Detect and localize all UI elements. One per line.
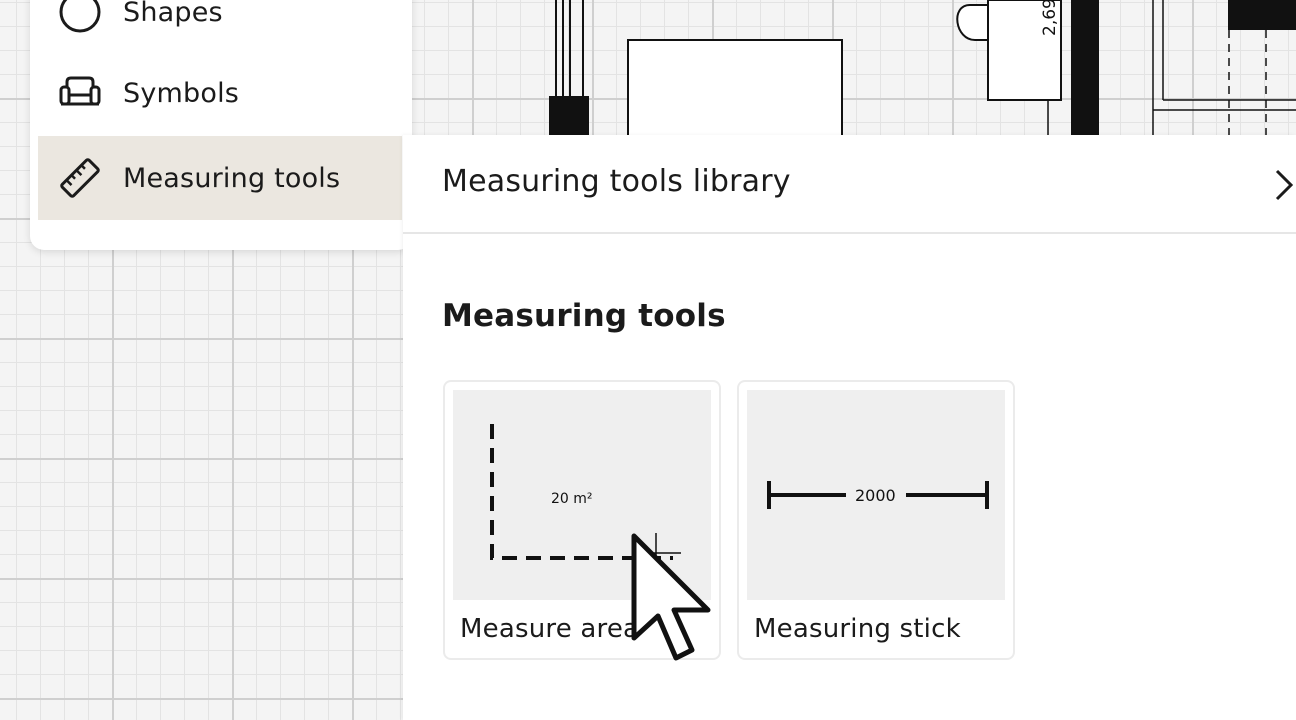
menu-item-label: Symbols [123, 77, 240, 109]
menu-item-measuring-tools[interactable]: Measuring tools [38, 136, 402, 220]
card-label: Measure area [460, 614, 640, 644]
library-header: Measuring tools library [403, 135, 1296, 234]
library-title: Measuring tools library [442, 164, 791, 199]
section-title: Measuring tools [442, 298, 726, 334]
sofa-icon [58, 72, 102, 114]
wall-element [1071, 0, 1099, 140]
close-button[interactable] [1271, 165, 1296, 205]
menu-item-label: Measuring tools [123, 162, 341, 194]
plan-dimension-label: 2,69 [1040, 0, 1060, 36]
room-outline [1152, 0, 1296, 140]
tool-card-measure-area[interactable]: 20 m² Measure area [443, 380, 721, 660]
tool-category-menu: Shapes Symbols Measuring tools [30, 0, 412, 250]
window-element [549, 0, 589, 140]
measure-area-preview-text: 20 m² [551, 491, 593, 507]
close-icon [1275, 169, 1294, 201]
menu-item-label: Shapes [123, 0, 223, 28]
ruler-icon [58, 157, 102, 199]
measuring-stick-preview: 2000 [747, 390, 1005, 600]
menu-item-shapes[interactable]: Shapes [38, 0, 402, 54]
circle-icon [58, 0, 102, 33]
card-label: Measuring stick [754, 614, 961, 644]
tool-card-measuring-stick[interactable]: 2000 Measuring stick [737, 380, 1015, 660]
measure-area-preview: 20 m² [453, 390, 711, 600]
measuring-stick-preview-text: 2000 [855, 486, 896, 505]
measuring-tools-library-panel: Measuring tools library Measuring tools … [403, 135, 1296, 720]
menu-item-symbols[interactable]: Symbols [38, 51, 402, 135]
armchair-element: 2,69 [956, 0, 1062, 140]
measure-area-icon: 20 m² [490, 424, 681, 573]
measuring-stick-icon: 2000 [767, 481, 989, 509]
furniture-table [627, 39, 843, 140]
